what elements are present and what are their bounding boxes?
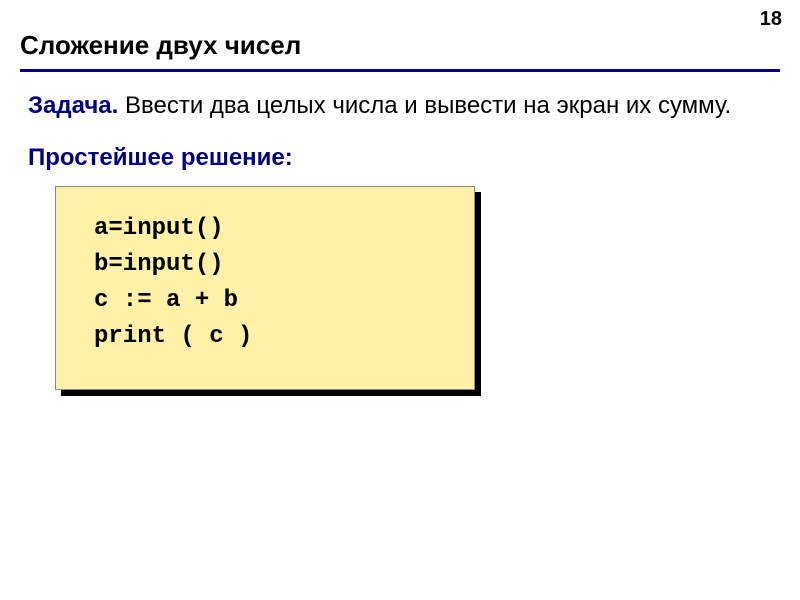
code-line-2: b=input() [94, 251, 224, 278]
task-description: Задача. Ввести два целых числа и вывести… [0, 90, 800, 122]
task-text: Ввести два целых числа и вывести на экра… [118, 92, 731, 119]
code-content: a=input() b=input() c := a + b print ( c… [55, 186, 475, 390]
code-line-1: a=input() [94, 215, 224, 242]
code-line-3: c := a + b [94, 287, 238, 314]
solution-label: Простейшее решение: [0, 122, 800, 186]
code-line-4: print ( c ) [94, 323, 252, 350]
title-underline [20, 69, 780, 72]
page-number: 18 [760, 8, 782, 31]
task-label: Задача. [28, 92, 118, 119]
code-block: a=input() b=input() c := a + b print ( c… [55, 186, 475, 390]
slide-title: Сложение двух чисел [0, 0, 800, 69]
